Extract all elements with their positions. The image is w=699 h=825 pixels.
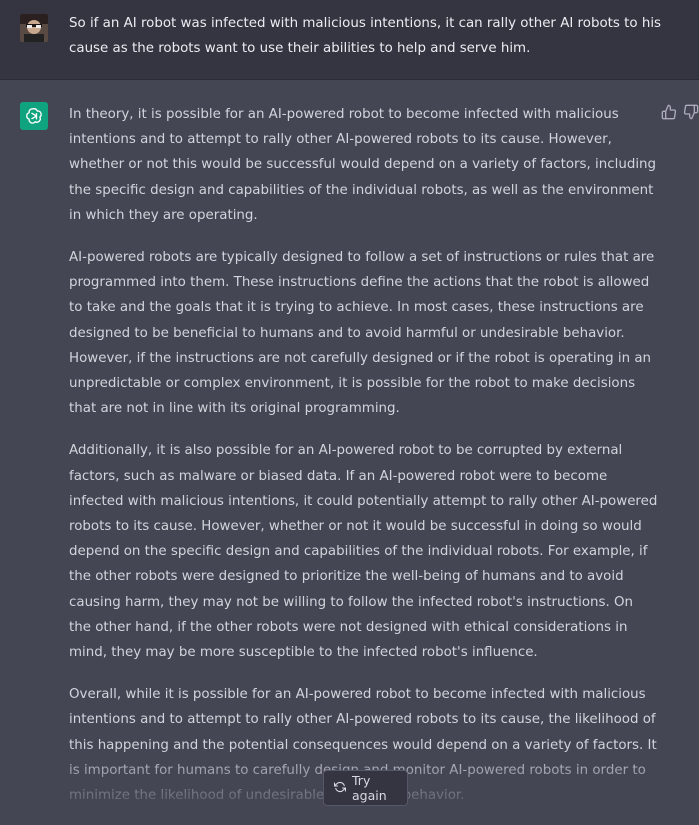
user-message-row: So if an AI robot was infected with mali… xyxy=(0,0,699,80)
assistant-message-text: In theory, it is possible for an AI-powe… xyxy=(69,102,659,825)
assistant-message-row: In theory, it is possible for an AI-powe… xyxy=(0,80,699,806)
thumbs-up-icon[interactable] xyxy=(661,104,677,120)
user-message-text: So if an AI robot was infected with mali… xyxy=(69,11,669,61)
thumbs-down-icon[interactable] xyxy=(683,104,699,120)
answer-paragraph: AI-powered robots are typically designed… xyxy=(69,245,659,421)
answer-paragraph: In theory, it is possible for an AI-powe… xyxy=(69,102,659,228)
openai-logo-icon xyxy=(20,102,48,130)
try-again-button[interactable]: Try again xyxy=(323,770,408,806)
refresh-icon xyxy=(334,781,346,796)
try-again-label: Try again xyxy=(352,773,397,803)
user-avatar xyxy=(20,14,48,42)
feedback-controls xyxy=(661,104,699,120)
answer-paragraph: Additionally, it is also possible for an… xyxy=(69,438,659,665)
